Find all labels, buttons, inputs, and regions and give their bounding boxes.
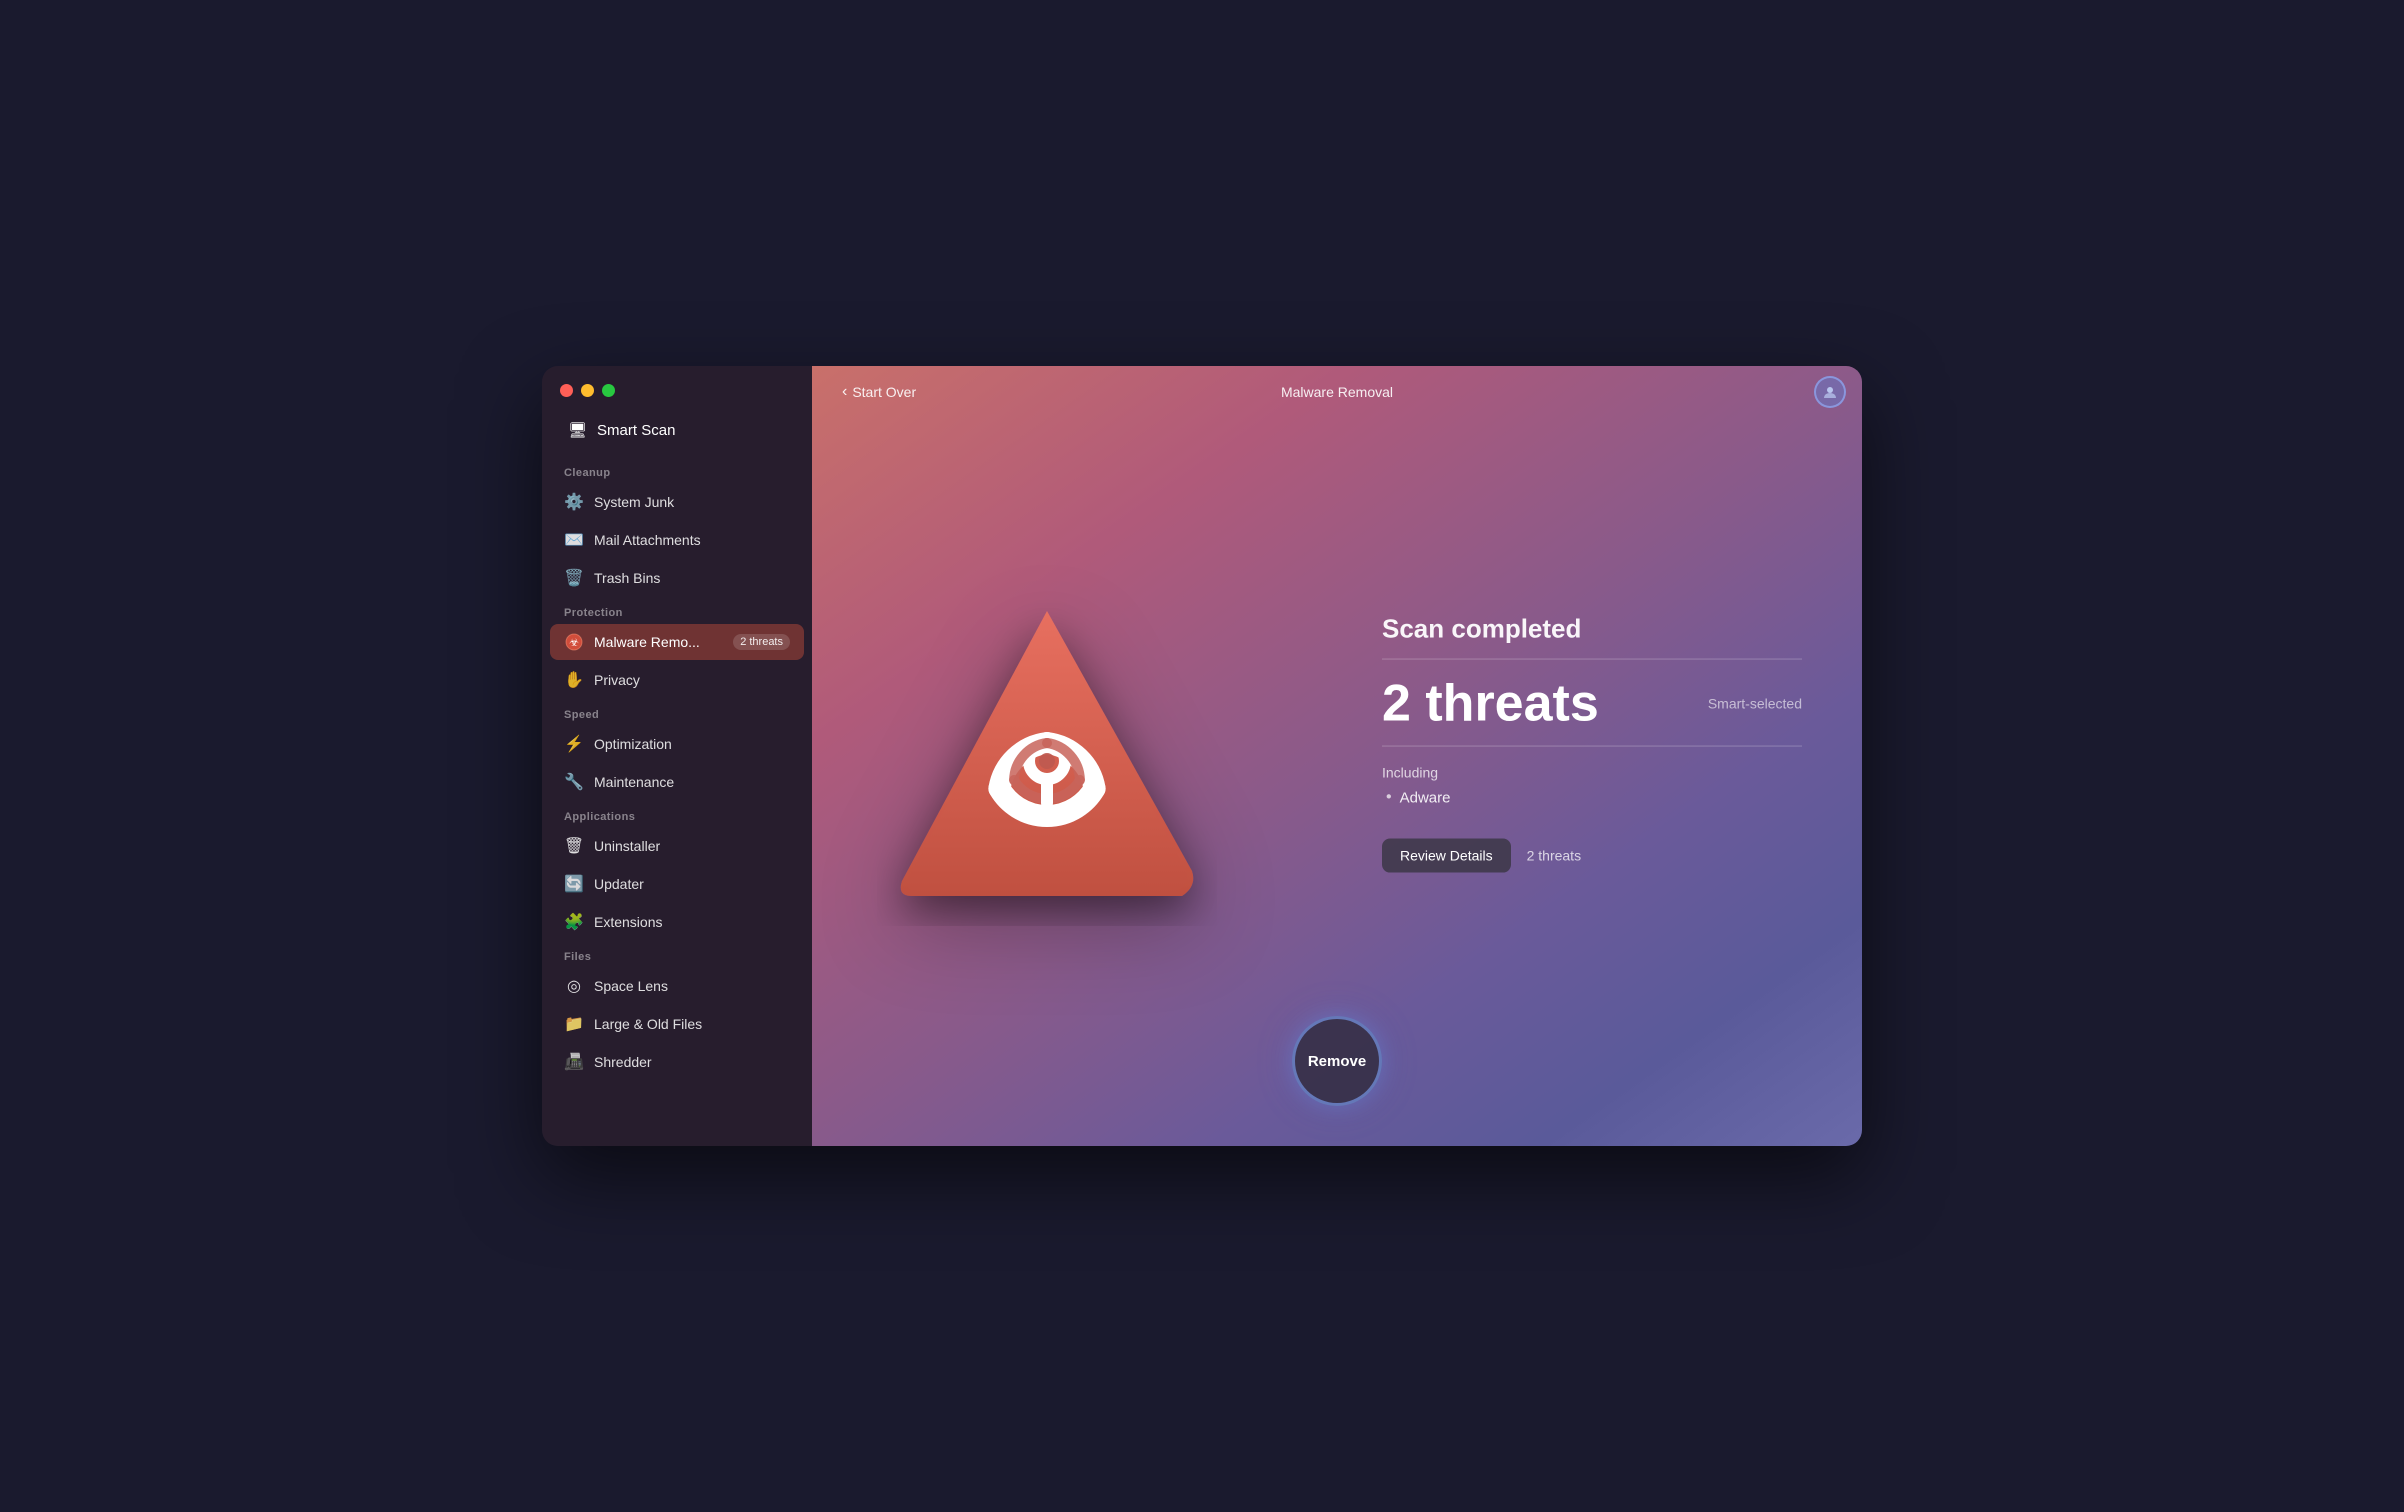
malware-badge: 2 threats	[733, 634, 790, 650]
biohazard-icon-area	[862, 571, 1232, 941]
privacy-icon: ✋	[564, 670, 584, 690]
threats-row: 2 threats Smart-selected	[1382, 678, 1802, 730]
mail-attachments-icon: ✉️	[564, 530, 584, 550]
sidebar-item-maintenance[interactable]: 🔧 Maintenance	[550, 764, 804, 800]
extensions-label: Extensions	[594, 914, 662, 930]
sidebar-item-uninstaller[interactable]: 🗑 Uninstaller	[550, 828, 804, 864]
updater-label: Updater	[594, 876, 644, 892]
back-button[interactable]: ‹ Start Over	[832, 378, 926, 406]
avatar-button[interactable]	[1814, 376, 1846, 408]
results-panel: Scan completed 2 threats Smart-selected …	[1382, 614, 1802, 873]
biohazard-symbol	[999, 743, 1094, 817]
sidebar-item-malware-removal[interactable]: ☣ Malware Remo... 2 threats	[550, 624, 804, 660]
smart-scan-icon: 🖥	[568, 421, 587, 439]
review-details-button[interactable]: Review Details	[1382, 839, 1511, 873]
sidebar-item-system-junk[interactable]: ⚙️ System Junk	[550, 484, 804, 520]
large-old-files-label: Large & Old Files	[594, 1016, 702, 1032]
sidebar-item-shredder[interactable]: 📠 Shredder	[550, 1044, 804, 1080]
review-row: Review Details 2 threats	[1382, 839, 1802, 873]
sidebar-item-updater[interactable]: 🔄 Updater	[550, 866, 804, 902]
section-applications: Applications	[542, 801, 812, 827]
window-title: Malware Removal	[1281, 384, 1393, 400]
threats-count: 2 threats	[1382, 678, 1599, 730]
remove-button[interactable]: Remove	[1292, 1016, 1382, 1106]
bullet: •	[1386, 789, 1392, 807]
svg-text:☣: ☣	[569, 637, 579, 649]
system-junk-label: System Junk	[594, 494, 674, 510]
section-protection: Protection	[542, 597, 812, 623]
extensions-icon: 🧩	[564, 912, 584, 932]
maximize-button[interactable]	[602, 384, 615, 397]
including-label: Including	[1382, 765, 1802, 781]
minimize-button[interactable]	[581, 384, 594, 397]
smart-scan-label: Smart Scan	[597, 422, 675, 439]
maintenance-icon: 🔧	[564, 772, 584, 792]
back-chevron-icon: ‹	[842, 383, 847, 401]
sidebar-item-mail-attachments[interactable]: ✉️ Mail Attachments	[550, 522, 804, 558]
mail-attachments-label: Mail Attachments	[594, 532, 701, 548]
smart-selected-label: Smart-selected	[1708, 696, 1802, 712]
sidebar: 🖥 Smart Scan Cleanup ⚙️ System Junk ✉️ M…	[542, 366, 812, 1146]
sidebar-item-space-lens[interactable]: ◎ Space Lens	[550, 968, 804, 1004]
system-junk-icon: ⚙️	[564, 492, 584, 512]
updater-icon: 🔄	[564, 874, 584, 894]
shredder-icon: 📠	[564, 1052, 584, 1072]
threat-item-adware: • Adware	[1386, 789, 1802, 807]
section-files: Files	[542, 941, 812, 967]
optimization-icon: ⚡	[564, 734, 584, 754]
trash-bins-icon: 🗑️	[564, 568, 584, 588]
optimization-label: Optimization	[594, 736, 672, 752]
sidebar-item-optimization[interactable]: ⚡ Optimization	[550, 726, 804, 762]
maintenance-label: Maintenance	[594, 774, 674, 790]
adware-label: Adware	[1400, 789, 1451, 806]
large-old-files-icon: 📁	[564, 1014, 584, 1034]
section-cleanup: Cleanup	[542, 457, 812, 483]
divider-1	[1382, 659, 1802, 660]
trash-bins-label: Trash Bins	[594, 570, 660, 586]
shredder-label: Shredder	[594, 1054, 652, 1070]
space-lens-icon: ◎	[564, 976, 584, 996]
sidebar-item-large-old-files[interactable]: 📁 Large & Old Files	[550, 1006, 804, 1042]
traffic-lights	[542, 366, 812, 411]
uninstaller-label: Uninstaller	[594, 838, 660, 854]
privacy-label: Privacy	[594, 672, 640, 688]
biohazard-icon	[877, 586, 1217, 926]
main-content: ‹ Start Over Malware Removal	[812, 366, 1862, 1146]
space-lens-label: Space Lens	[594, 978, 668, 994]
divider-2	[1382, 746, 1802, 747]
sidebar-item-smart-scan[interactable]: 🖥 Smart Scan	[550, 411, 804, 451]
remove-btn-wrapper: Remove	[1292, 1016, 1382, 1106]
sidebar-item-extensions[interactable]: 🧩 Extensions	[550, 904, 804, 940]
section-speed: Speed	[542, 699, 812, 725]
uninstaller-icon: 🗑	[564, 836, 584, 856]
app-window: 🖥 Smart Scan Cleanup ⚙️ System Junk ✉️ M…	[542, 366, 1862, 1146]
malware-removal-icon: ☣	[564, 632, 584, 652]
malware-removal-label: Malware Remo...	[594, 634, 700, 650]
review-count-label: 2 threats	[1527, 848, 1581, 864]
scan-completed-label: Scan completed	[1382, 614, 1802, 645]
sidebar-item-privacy[interactable]: ✋ Privacy	[550, 662, 804, 698]
sidebar-item-trash-bins[interactable]: 🗑️ Trash Bins	[550, 560, 804, 596]
back-label: Start Over	[852, 384, 916, 400]
titlebar: ‹ Start Over Malware Removal	[812, 366, 1862, 418]
close-button[interactable]	[560, 384, 573, 397]
